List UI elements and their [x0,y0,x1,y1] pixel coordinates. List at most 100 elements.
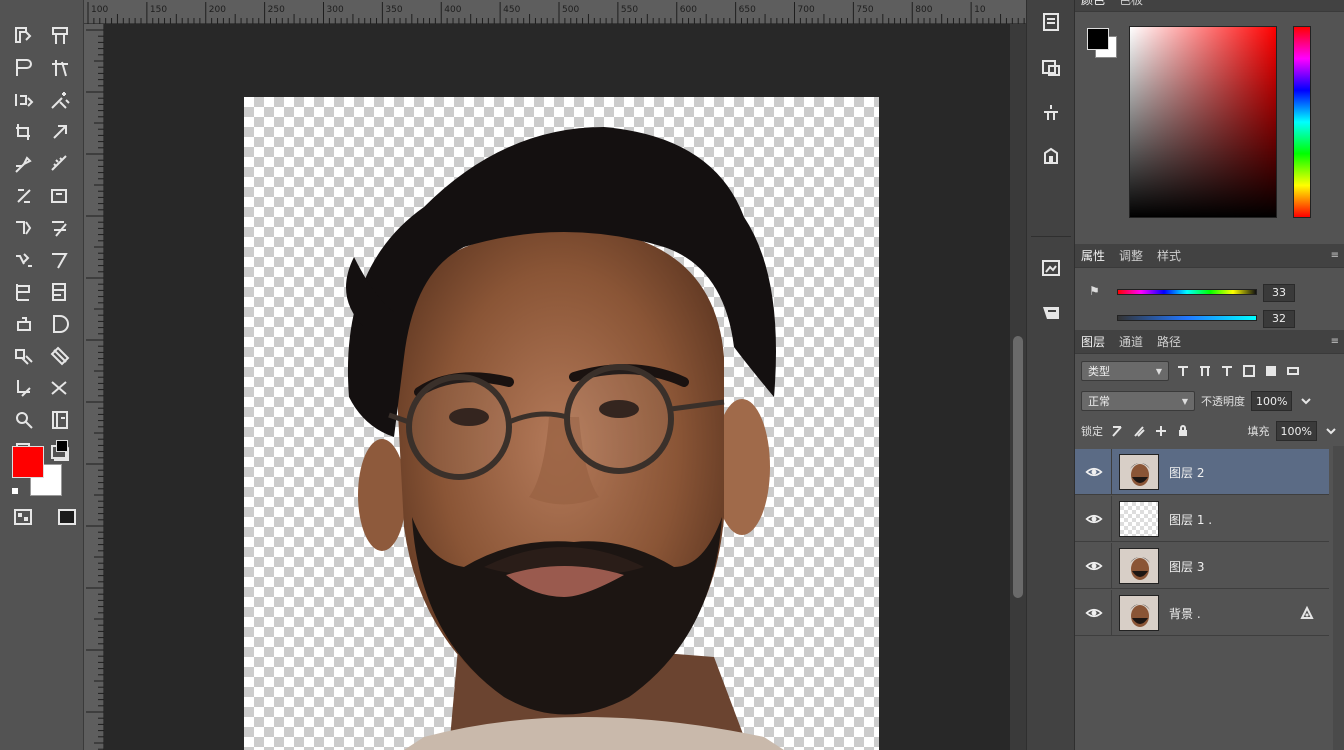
ruler-label: 550 [621,5,638,15]
visibility-eye-icon[interactable] [1083,602,1105,624]
filter-toggle-icon[interactable] [1285,363,1301,379]
vertical-ruler [84,24,104,750]
layers-scrollbar[interactable] [1333,446,1344,750]
tab-layers[interactable]: 图层 [1081,333,1105,350]
layer-filter-dropdown[interactable]: 类型 ▼ [1081,361,1169,381]
layer-row[interactable]: 图层 2 [1075,449,1329,495]
hue-gradient-slider[interactable] [1117,289,1257,295]
layer-lock-icon[interactable] [1299,605,1315,624]
slice-tool-icon[interactable] [42,116,78,148]
fill-dropdown-icon[interactable] [1323,423,1339,439]
brush-presets-icon[interactable] [1035,52,1067,84]
lasso-tool-icon[interactable] [42,52,78,84]
brush-tool-icon[interactable] [6,212,42,244]
tab-properties[interactable]: 属性 [1081,247,1105,264]
lock-transparent-icon[interactable] [1109,423,1125,439]
blend-opacity-row: 正常 ▼ 不透明度 100% [1081,390,1339,412]
swap-colors-icon[interactable] [12,488,18,494]
history-panel-icon[interactable] [1035,6,1067,38]
tab-channels[interactable]: 通道 [1119,333,1143,350]
ruler-label: 800 [915,5,932,15]
filter-pixel-icon[interactable] [1175,363,1191,379]
hue-slider[interactable] [1293,26,1311,218]
lock-all-icon[interactable] [1175,423,1191,439]
ruler-label: 750 [856,5,873,15]
color-panel-foreground-swatch[interactable] [1087,28,1109,50]
filter-smart-object-icon[interactable] [1263,363,1279,379]
visibility-eye-icon[interactable] [1083,461,1105,483]
artboard-tool-icon[interactable] [42,20,78,52]
patch-tool-icon[interactable] [42,180,78,212]
healing-brush-tool-icon[interactable] [6,180,42,212]
layer-row[interactable]: 背景 . [1075,590,1329,636]
layer-filter-row: 类型 ▼ [1081,360,1339,382]
pattern-stamp-tool-icon[interactable] [42,244,78,276]
canvas-vertical-scrollbar[interactable] [1010,24,1026,750]
tab-styles[interactable]: 样式 [1157,247,1181,264]
layers-panel-menu-icon[interactable]: ≡ [1331,336,1339,347]
lock-image-icon[interactable] [1131,423,1147,439]
type-tool-icon[interactable] [42,404,78,436]
ruler-label: 10 [974,5,986,15]
scrollbar-thumb[interactable] [1013,336,1023,598]
saturation-gradient-slider[interactable] [1117,315,1257,321]
eraser-tool-icon[interactable] [6,308,42,340]
quick-select-tool-icon[interactable] [6,84,42,116]
layer-thumbnail [1119,454,1159,490]
quick-mask-icon[interactable] [12,506,34,528]
ruler-tool-icon[interactable] [42,148,78,180]
blend-mode-dropdown[interactable]: 正常 ▼ [1081,391,1195,411]
layers-panel-tabs: 图层 通道 路径 ≡ [1075,330,1344,354]
pen-tool-icon[interactable] [6,404,42,436]
move-tool-icon[interactable] [6,20,42,52]
screen-mode-icon[interactable] [56,506,78,528]
layer-divider [1111,543,1112,589]
canvas-area[interactable] [104,24,1010,750]
blur-tool-icon[interactable] [6,372,42,404]
tools-panel [0,0,84,750]
background-eraser-tool-icon[interactable] [42,308,78,340]
clone-stamp-tool-icon[interactable] [6,244,42,276]
character-panel-icon[interactable] [1035,96,1067,128]
navigator-panel-icon[interactable] [1035,252,1067,284]
actions-panel-icon[interactable] [1035,296,1067,328]
tab-adjustments[interactable]: 调整 [1119,247,1143,264]
default-colors-icon[interactable] [56,440,68,452]
opacity-input[interactable]: 100% [1251,391,1293,411]
tab-color[interactable]: 颜色 [1081,0,1105,8]
fill-input[interactable]: 100% [1275,421,1317,441]
panel-menu-icon[interactable]: ≡ [1331,250,1339,261]
pencil-tool-icon[interactable] [42,212,78,244]
lock-position-icon[interactable] [1153,423,1169,439]
opacity-dropdown-icon[interactable] [1298,393,1314,409]
strip-divider [1031,236,1071,237]
layer-name: 图层 2 [1169,466,1205,480]
color-field[interactable] [1129,26,1277,218]
chevron-down-icon: ▼ [1155,366,1162,376]
paint-bucket-tool-icon[interactable] [42,340,78,372]
art-history-tool-icon[interactable] [42,276,78,308]
magic-wand-tool-icon[interactable] [42,84,78,116]
eyedropper-tool-icon[interactable] [6,148,42,180]
layer-row[interactable]: 图层 1 . [1075,496,1329,542]
filter-type-icon[interactable] [1219,363,1235,379]
filter-shape-icon[interactable] [1241,363,1257,379]
visibility-eye-icon[interactable] [1083,555,1105,577]
history-brush-tool-icon[interactable] [6,276,42,308]
slider-1-value[interactable]: 33 [1263,284,1295,302]
visibility-eye-icon[interactable] [1083,508,1105,530]
dodge-tool-icon[interactable] [42,372,78,404]
marquee-tool-icon[interactable] [6,52,42,84]
filter-adjustment-icon[interactable] [1197,363,1213,379]
layer-row[interactable]: 图层 3 [1075,543,1329,589]
flag-icon: ⚑ [1089,284,1100,298]
paragraph-panel-icon[interactable] [1035,140,1067,172]
gradient-tool-icon[interactable] [6,340,42,372]
tab-paths[interactable]: 路径 [1157,333,1181,350]
document-canvas[interactable] [244,97,879,750]
foreground-color-swatch[interactable] [12,446,44,478]
ruler-label: 350 [385,5,402,15]
slider-2-value[interactable]: 32 [1263,310,1295,328]
tab-swatches[interactable]: 色板 [1119,0,1143,8]
crop-tool-icon[interactable] [6,116,42,148]
